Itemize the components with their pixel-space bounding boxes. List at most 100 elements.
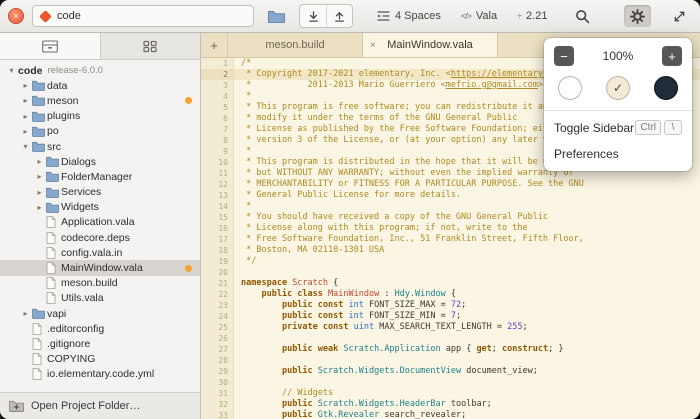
code-text: * You should have received a copy of the…: [234, 212, 700, 223]
tree-item[interactable]: ▸Services: [0, 185, 200, 200]
code-text: */: [234, 256, 700, 267]
open-file-button[interactable]: [262, 5, 291, 27]
sidebar-tab-grid[interactable]: [100, 33, 201, 59]
indent-icon: [377, 10, 390, 22]
tree-item-label: Widgets: [61, 201, 99, 213]
file-icon: [46, 247, 61, 259]
tab-width-button[interactable]: 4 Spaces: [371, 5, 447, 27]
zoom-controls: − 100% +: [544, 46, 692, 74]
zoom-in-button[interactable]: +: [662, 46, 682, 66]
tree-item-label: Dialogs: [61, 156, 96, 168]
close-window-button[interactable]: ×: [8, 8, 24, 24]
fullscreen-button[interactable]: [667, 5, 692, 27]
tree-item[interactable]: .gitignore: [0, 336, 200, 351]
tree-item[interactable]: ▸data: [0, 78, 200, 93]
sidebar-tab-files[interactable]: [0, 33, 100, 59]
code-line[interactable]: 16 * License along with this program; if…: [201, 223, 700, 234]
project-version: release-6.0.0: [48, 65, 103, 76]
code-line[interactable]: 22 public class MainWindow : Hdy.Window …: [201, 289, 700, 300]
settings-button[interactable]: [624, 5, 651, 27]
app-window: × code 4 Spaces </> Vala ÷ 2.21: [0, 0, 700, 419]
tree-item[interactable]: ▸meson: [0, 93, 200, 108]
code-line[interactable]: 31 // Widgets: [201, 388, 700, 399]
tree-item[interactable]: config.vala.in: [0, 245, 200, 260]
expander-icon: ▸: [19, 112, 32, 121]
code-line[interactable]: 32 public Scratch.Widgets.HeaderBar tool…: [201, 399, 700, 410]
line-number: 26: [201, 333, 234, 344]
tree-item[interactable]: meson.build: [0, 276, 200, 291]
editor-tab[interactable]: meson.build: [228, 33, 363, 57]
code-line[interactable]: 19 */: [201, 256, 700, 267]
arrow-down-button[interactable]: [300, 5, 326, 27]
arrow-down-icon: [307, 10, 320, 23]
tree-item-label: Services: [61, 186, 101, 198]
cursor-position-indicator[interactable]: ÷ 2.21: [511, 5, 553, 27]
expander-icon: ▸: [19, 96, 32, 105]
toggle-sidebar-item[interactable]: Toggle Sidebar Ctrl\: [544, 114, 692, 141]
code-line[interactable]: 28: [201, 355, 700, 366]
code-line[interactable]: 33 public Gtk.Revealer search_revealer;: [201, 410, 700, 419]
code-line[interactable]: 26: [201, 333, 700, 344]
tree-item[interactable]: ▸Widgets: [0, 200, 200, 215]
file-icon: [46, 216, 61, 228]
tree-item[interactable]: ▸po: [0, 124, 200, 139]
path-bar[interactable]: code: [32, 5, 254, 27]
line-number: 14: [201, 201, 234, 212]
expander-icon: ▾: [19, 142, 32, 151]
line-number: 16: [201, 223, 234, 234]
code-line[interactable]: 15 * You should have received a copy of …: [201, 212, 700, 223]
code-line[interactable]: 30: [201, 377, 700, 388]
preferences-item[interactable]: Preferences: [544, 141, 692, 167]
tab-label: MainWindow.vala: [371, 39, 489, 51]
code-line[interactable]: 24 public const int FONT_SIZE_MIN = 7;: [201, 311, 700, 322]
tree-item[interactable]: MainWindow.vala: [0, 260, 200, 275]
close-tab-icon[interactable]: ×: [370, 40, 376, 51]
tree-item[interactable]: Utils.vala: [0, 291, 200, 306]
code-line[interactable]: 29 public Scratch.Widgets.DocumentView d…: [201, 366, 700, 377]
folder-icon: [32, 95, 47, 106]
tree-item[interactable]: ▸vapi: [0, 306, 200, 321]
code-text: [234, 267, 700, 278]
cursor-position-value: 2.21: [526, 10, 547, 22]
file-icon: [32, 338, 47, 350]
line-number: 9: [201, 146, 234, 157]
code-line[interactable]: 13 * General Public License for more det…: [201, 190, 700, 201]
code-line[interactable]: 20: [201, 267, 700, 278]
folder-icon: [268, 10, 285, 23]
code-text: public const int FONT_SIZE_MIN = 7;: [234, 311, 700, 322]
code-line[interactable]: 25 private const uint MAX_SEARCH_TEXT_LE…: [201, 322, 700, 333]
open-project-folder-button[interactable]: Open Project Folder…: [0, 392, 200, 419]
tree-item[interactable]: io.elementary.code.yml: [0, 367, 200, 382]
folder-icon: [32, 126, 47, 137]
code-line[interactable]: 18 * Boston, MA 02110-1301 USA: [201, 245, 700, 256]
line-number: 21: [201, 278, 234, 289]
line-number: 1: [201, 58, 234, 69]
new-tab-button[interactable]: +: [201, 33, 228, 57]
style-swatch-light[interactable]: [558, 76, 582, 100]
tree-item[interactable]: .editorconfig: [0, 321, 200, 336]
tree-item-project[interactable]: ▾coderelease-6.0.0: [0, 63, 200, 78]
language-button[interactable]: </> Vala: [455, 5, 503, 27]
code-line[interactable]: 14 *: [201, 201, 700, 212]
line-number: 5: [201, 102, 234, 113]
arrow-up-button[interactable]: [326, 5, 352, 27]
tree-item[interactable]: ▾src: [0, 139, 200, 154]
tree-item[interactable]: COPYING: [0, 352, 200, 367]
tree-item[interactable]: ▸plugins: [0, 109, 200, 124]
tree-item[interactable]: ▸FolderManager: [0, 169, 200, 184]
code-line[interactable]: 17 * Free Software Foundation, Inc., 51 …: [201, 234, 700, 245]
tree-item[interactable]: Application.vala: [0, 215, 200, 230]
search-button[interactable]: [569, 5, 596, 27]
editor-tab[interactable]: ×MainWindow.vala: [363, 33, 498, 57]
code-line[interactable]: 27 public weak Scratch.Application app {…: [201, 344, 700, 355]
code-text: *: [234, 201, 700, 212]
tree-item[interactable]: codecore.deps: [0, 230, 200, 245]
tree-item[interactable]: ▸Dialogs: [0, 154, 200, 169]
code-line[interactable]: 21namespace Scratch {: [201, 278, 700, 289]
style-swatch-sepia[interactable]: ✓: [606, 76, 630, 100]
style-swatch-dark[interactable]: [654, 76, 678, 100]
zoom-out-button[interactable]: −: [554, 46, 574, 66]
code-line[interactable]: 23 public const int FONT_SIZE_MAX = 72;: [201, 300, 700, 311]
code-line[interactable]: 12 * MERCHANTABILITY or FITNESS FOR A PA…: [201, 179, 700, 190]
code-text: public Scratch.Widgets.HeaderBar toolbar…: [234, 399, 700, 410]
